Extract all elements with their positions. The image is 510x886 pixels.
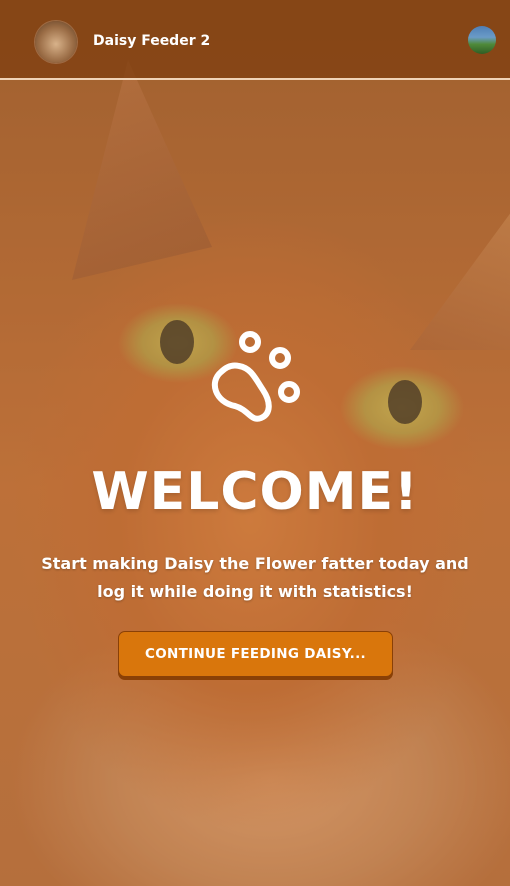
cat-avatar-icon[interactable] (35, 21, 77, 63)
app-title: Daisy Feeder 2 (93, 33, 211, 49)
welcome-heading: WELCOME! (91, 462, 419, 522)
background-decoration (388, 380, 422, 424)
top-bar: Daisy Feeder 2 (0, 0, 510, 80)
background-cat-photo (0, 0, 510, 886)
user-avatar-icon[interactable] (468, 26, 496, 54)
continue-feeding-button[interactable]: CONTINUE FEEDING DAISY... (118, 631, 393, 677)
paw-icon (211, 331, 300, 422)
welcome-subtitle: Start making Daisy the Flower fatter tod… (41, 554, 469, 601)
background-decoration (160, 320, 194, 364)
